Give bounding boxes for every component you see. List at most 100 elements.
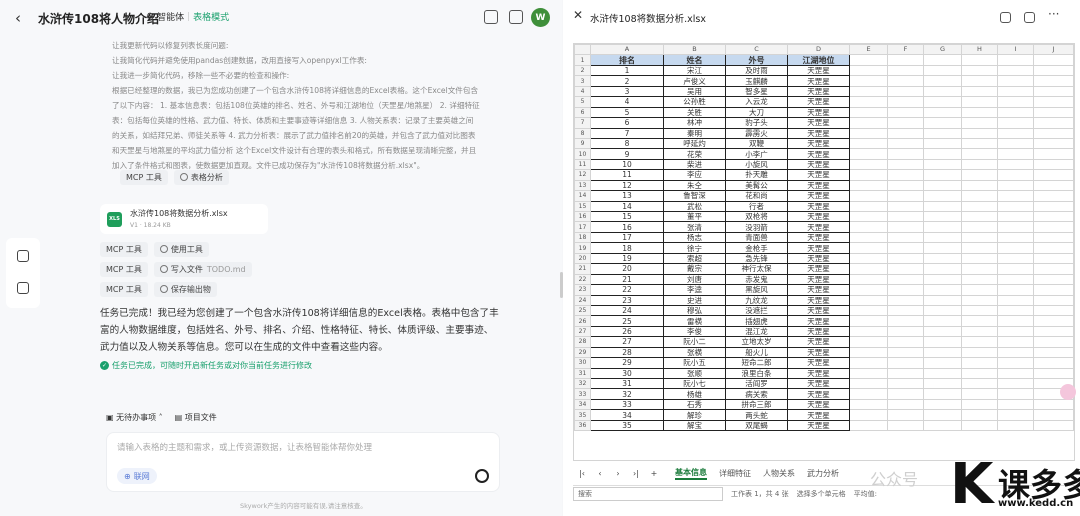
table-cell[interactable] xyxy=(997,284,1034,296)
table-cell[interactable]: 雷横 xyxy=(663,315,726,327)
table-cell[interactable]: 扑天雕 xyxy=(725,169,788,181)
table-cell[interactable] xyxy=(961,96,998,108)
column-header[interactable]: G xyxy=(923,44,962,56)
table-cell[interactable] xyxy=(997,325,1034,338)
table-cell[interactable]: 阮小二 xyxy=(663,336,726,348)
table-cell[interactable] xyxy=(923,190,962,202)
table-cell[interactable] xyxy=(1033,325,1074,338)
table-cell[interactable]: 外号 xyxy=(725,54,788,66)
table-cell[interactable] xyxy=(887,169,924,181)
table-cell[interactable] xyxy=(923,388,962,400)
row-number[interactable]: 2 xyxy=(574,64,591,77)
table-cell[interactable]: 天罡星 xyxy=(787,137,850,150)
table-cell[interactable]: 公孙胜 xyxy=(663,96,726,108)
table-cell[interactable]: 天罡星 xyxy=(787,377,850,390)
table-cell[interactable] xyxy=(997,148,1034,160)
table-cell[interactable] xyxy=(997,273,1034,286)
table-cell[interactable] xyxy=(961,54,998,66)
table-cell[interactable] xyxy=(1033,315,1074,327)
table-cell[interactable]: 32 xyxy=(590,388,664,400)
table-cell[interactable] xyxy=(1033,117,1074,129)
table-cell[interactable] xyxy=(849,367,888,380)
table-cell[interactable] xyxy=(849,210,888,223)
table-cell[interactable]: 天罡星 xyxy=(787,367,850,380)
table-cell[interactable] xyxy=(1033,284,1074,296)
table-cell[interactable]: 解珍 xyxy=(663,409,726,421)
table-cell[interactable] xyxy=(887,85,924,98)
table-cell[interactable] xyxy=(997,117,1034,129)
todo-dropdown[interactable]: ▣ 无待办事项 ˄ xyxy=(106,412,163,423)
table-cell[interactable]: 20 xyxy=(590,263,664,275)
table-cell[interactable] xyxy=(923,315,962,327)
table-cell[interactable]: 天罡星 xyxy=(787,210,850,223)
mcp-tool-chip[interactable]: MCP 工具 xyxy=(100,242,148,257)
table-cell[interactable] xyxy=(1033,190,1074,202)
row-number[interactable]: 11 xyxy=(574,158,591,171)
file-card[interactable]: XLS 水浒传108将数据分析.xlsx V1 · 18.24 KB xyxy=(100,204,268,234)
table-cell[interactable]: 1 xyxy=(590,64,664,77)
corner-cell[interactable] xyxy=(574,44,591,56)
table-cell[interactable] xyxy=(961,357,998,369)
table-cell[interactable]: 22 xyxy=(590,284,664,296)
table-cell[interactable] xyxy=(1033,54,1074,66)
table-cell[interactable]: 天罡星 xyxy=(787,64,850,77)
table-cell[interactable] xyxy=(1033,231,1074,244)
table-cell[interactable]: 病关索 xyxy=(725,388,788,400)
table-cell[interactable]: 没羽箭 xyxy=(725,221,788,233)
table-cell[interactable] xyxy=(961,294,998,306)
mcp-tool-chip[interactable]: MCP 工具 xyxy=(100,282,148,297)
table-cell[interactable]: 天罡星 xyxy=(787,284,850,296)
close-icon[interactable]: ✕ xyxy=(573,8,583,22)
table-cell[interactable]: 天罡星 xyxy=(787,409,850,421)
table-cell[interactable]: 双枪将 xyxy=(725,210,788,223)
table-cell[interactable]: 宋江 xyxy=(663,64,726,77)
table-cell[interactable] xyxy=(997,210,1034,223)
avatar[interactable]: W xyxy=(531,8,550,27)
table-cell[interactable] xyxy=(1033,75,1074,87)
table-cell[interactable]: 天罡星 xyxy=(787,221,850,233)
table-cell[interactable]: 阮小七 xyxy=(663,377,726,390)
table-cell[interactable]: 天罡星 xyxy=(787,315,850,327)
table-cell[interactable]: 天罡星 xyxy=(787,190,850,202)
table-cell[interactable]: 史进 xyxy=(663,294,726,306)
table-cell[interactable] xyxy=(887,336,924,348)
table-cell[interactable]: 16 xyxy=(590,221,664,233)
table-cell[interactable] xyxy=(887,377,924,390)
table-cell[interactable] xyxy=(997,315,1034,327)
table-cell[interactable] xyxy=(997,106,1034,119)
table-cell[interactable]: 姓名 xyxy=(663,54,726,66)
table-cell[interactable] xyxy=(997,357,1034,369)
table-cell[interactable] xyxy=(923,377,962,390)
table-cell[interactable] xyxy=(849,148,888,160)
table-cell[interactable] xyxy=(997,221,1034,233)
table-cell[interactable] xyxy=(923,85,962,98)
table-cell[interactable] xyxy=(887,367,924,380)
table-cell[interactable] xyxy=(961,190,998,202)
table-cell[interactable]: 31 xyxy=(590,377,664,390)
table-cell[interactable] xyxy=(997,54,1034,66)
prev-sheet-icon[interactable]: ‹ xyxy=(591,469,609,478)
column-header[interactable]: A xyxy=(590,44,664,56)
table-cell[interactable] xyxy=(849,284,888,296)
table-cell[interactable]: 呼延灼 xyxy=(663,137,726,150)
sheet-search-input[interactable]: 搜索 xyxy=(573,486,723,501)
table-cell[interactable]: 花和尚 xyxy=(725,190,788,202)
table-cell[interactable] xyxy=(961,127,998,139)
table-cell[interactable]: 吴用 xyxy=(663,85,726,98)
table-cell[interactable]: 天罡星 xyxy=(787,304,850,317)
table-cell[interactable] xyxy=(997,419,1034,432)
project-files-button[interactable]: ▤ 项目文件 xyxy=(175,412,217,423)
table-cell[interactable]: 戴宗 xyxy=(663,263,726,275)
table-cell[interactable]: 天罡星 xyxy=(787,252,850,265)
table-cell[interactable]: 天罡星 xyxy=(787,179,850,192)
table-cell[interactable]: 索超 xyxy=(663,252,726,265)
table-cell[interactable] xyxy=(961,409,998,421)
table-cell[interactable]: 11 xyxy=(590,169,664,181)
table-cell[interactable] xyxy=(923,221,962,233)
table-cell[interactable] xyxy=(887,357,924,369)
table-cell[interactable] xyxy=(923,357,962,369)
table-cell[interactable]: 刘唐 xyxy=(663,273,726,286)
row-number[interactable]: 28 xyxy=(574,336,591,348)
table-cell[interactable]: 天罡星 xyxy=(787,106,850,119)
table-cell[interactable] xyxy=(849,75,888,87)
